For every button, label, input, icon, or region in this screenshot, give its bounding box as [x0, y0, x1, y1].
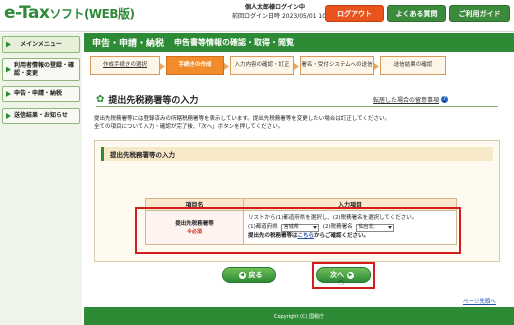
last-login: 前回ログイン日時 2023/05/01 10:29: [232, 13, 336, 20]
step-result: 送信結果の確認: [380, 56, 446, 75]
hand-cursor-icon: ☝: [338, 277, 345, 288]
user-info: 個人太郎様ログイン中 前回ログイン日時 2023/05/01 10:29: [232, 3, 336, 21]
sidebar-menu-label: メインメニュー: [20, 40, 62, 48]
description: 提出先税務署等には登録済みの所轄税務署等を表示しています。提出先税務署等を変更し…: [94, 115, 502, 131]
highlight-box-input: [135, 207, 461, 254]
arrow-right-icon: [6, 91, 11, 97]
main-content: 申告・申請・納税 申告書等情報の確認・取得・閲覧 作成手続きの選択 手続きの作成…: [84, 33, 514, 325]
sidebar-item-label: 申告・申請・納税: [14, 90, 63, 97]
sidebar-item-user-info[interactable]: 利用者情報の登録・確認・変更: [2, 58, 80, 81]
logout-button[interactable]: ログアウト: [325, 5, 384, 22]
arrow-right-icon: [6, 113, 11, 119]
logo-main: e-Tax: [4, 3, 50, 23]
sidebar: メインメニュー 利用者情報の登録・確認・変更 申告・申請・納税 送信結果・お知ら…: [0, 33, 82, 325]
faq-button[interactable]: よくある質問: [387, 5, 446, 22]
sidebar-item-label: 利用者情報の登録・確認・変更: [14, 61, 75, 77]
divider: [96, 106, 498, 107]
arrow-right-icon: [6, 66, 11, 73]
sidebar-item-results[interactable]: 送信結果・お知らせ: [2, 108, 80, 124]
step-confirm: 入力内容の確認・訂正: [230, 56, 294, 75]
user-name: 個人太郎様ログイン中: [244, 4, 305, 11]
back-label: 戻る: [248, 271, 263, 279]
sidebar-main-menu[interactable]: メインメニュー: [2, 36, 80, 53]
step-select[interactable]: 作成手続きの選択: [90, 56, 160, 75]
sidebar-item-filing[interactable]: 申告・申請・納税: [2, 86, 80, 102]
step-send: 署名・受付システムへの送信: [300, 56, 374, 75]
step-create: 手続きの作成: [166, 56, 224, 75]
section-heading: 提出先税務署等の入力: [101, 147, 493, 161]
help-icon: ?: [441, 96, 449, 103]
page-subtitle: 申告書等情報の確認・取得・閲覧: [174, 38, 295, 47]
description-line: 全ての項目について入力・確認が完了後、「次へ」ボタンを押してください。: [94, 124, 284, 130]
help-link-text: 転居した場合の留意事項: [373, 97, 440, 104]
description-line: 提出先税務署等には登録済みの所轄税務署等を表示しています。提出先税務署等を変更し…: [94, 116, 390, 122]
logo-sub: ソフト(WEB版): [49, 7, 135, 21]
arrow-left-icon: ◀: [238, 271, 246, 279]
etax-logo[interactable]: e-Taxソフト(WEB版): [4, 3, 135, 23]
arrow-right-icon: [6, 41, 11, 48]
last-login-label: 前回ログイン日時: [232, 13, 281, 20]
arrow-right-icon: ▶: [347, 271, 354, 279]
help-link[interactable]: 転居した場合の留意事項 ?: [373, 95, 449, 104]
page-title: ✿ 提出先税務署等の入力: [96, 93, 198, 106]
sidebar-item-label: 送信結果・お知らせ: [14, 112, 68, 119]
section-title: 申告・申請・納税: [92, 39, 165, 49]
back-button[interactable]: ◀ 戻る: [222, 267, 276, 283]
flower-icon: ✿: [96, 94, 105, 105]
page-top-link[interactable]: ページ先頭へ: [463, 297, 496, 305]
header: e-Taxソフト(WEB版) 個人太郎様ログイン中 前回ログイン日時 2023/…: [0, 0, 514, 32]
footer: Copyright (C) 国税庁: [84, 307, 514, 325]
page-title-text: 提出先税務署等の入力: [108, 96, 199, 106]
step-navigation: 作成手続きの選択 手続きの作成 入力内容の確認・訂正 署名・受付システムへの送信…: [90, 56, 510, 76]
guide-button[interactable]: ご利用ガイド: [449, 5, 510, 22]
title-bar: 申告・申請・納税 申告書等情報の確認・取得・閲覧: [84, 33, 514, 52]
